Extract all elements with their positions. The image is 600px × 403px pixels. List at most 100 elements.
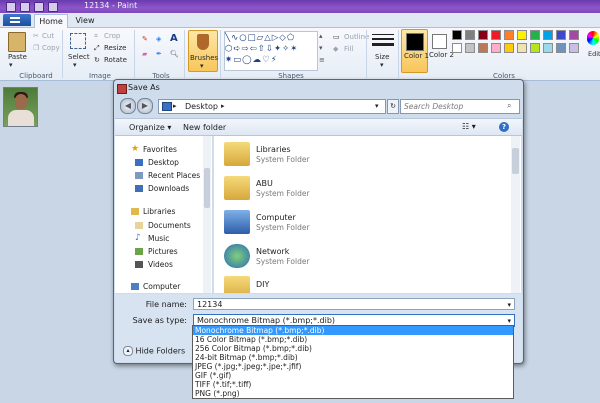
file-name-dropdown-icon[interactable]: ▾ [507, 299, 511, 311]
change-view-button[interactable]: ☷ ▾ [462, 122, 476, 131]
file-name[interactable]: Network [256, 247, 289, 256]
hide-folders-button[interactable]: ▴ Hide Folders [123, 346, 185, 356]
organize-button[interactable]: Organize ▾ [129, 123, 171, 132]
address-text[interactable]: Desktop [185, 102, 218, 111]
address-dropdown-icon[interactable]: ▾ [375, 102, 379, 110]
folder-icon [224, 276, 250, 293]
color-swatch[interactable] [504, 43, 514, 53]
type-option[interactable]: GIF (*.gif) [193, 371, 513, 380]
color-swatch[interactable] [530, 30, 540, 40]
color2-button[interactable]: Color 2 [429, 33, 454, 71]
size-button[interactable]: Size [375, 53, 389, 61]
nav-documents[interactable]: Documents [148, 221, 191, 230]
paste-button[interactable]: Paste [8, 53, 27, 61]
type-option[interactable]: PNG (*.png) [193, 389, 513, 398]
color-swatch[interactable] [504, 30, 514, 40]
nav-pictures[interactable]: Pictures [148, 247, 178, 256]
color-swatch[interactable] [491, 30, 501, 40]
color-swatch[interactable] [452, 43, 462, 53]
color-swatch[interactable] [517, 30, 527, 40]
eraser-icon[interactable]: ▰ [142, 50, 147, 58]
brushes-button[interactable]: Brushes ▾ [188, 30, 218, 72]
cut-button[interactable]: Cut [42, 32, 54, 40]
rotate-button[interactable]: Rotate [104, 56, 127, 64]
color-swatch[interactable] [465, 30, 475, 40]
edit-colors-button[interactable]: Edit colo [588, 50, 600, 58]
computer-icon [224, 210, 250, 234]
color-swatch[interactable] [478, 43, 488, 53]
color-swatch[interactable] [569, 43, 579, 53]
nav-downloads[interactable]: Downloads [148, 184, 189, 193]
color-swatch[interactable] [491, 43, 501, 53]
back-button[interactable]: ◀ [120, 98, 136, 114]
nav-favorites[interactable]: Favorites [143, 145, 177, 154]
nav-videos[interactable]: Videos [148, 260, 173, 269]
color-swatch[interactable] [478, 30, 488, 40]
paint-menu-button[interactable] [3, 14, 31, 26]
text-tool-icon[interactable]: A [170, 33, 178, 44]
color-swatch[interactable] [543, 30, 553, 40]
paint-app-icon[interactable] [6, 2, 16, 12]
magnifier-icon[interactable]: 🔍︎ [170, 50, 179, 58]
color-swatch[interactable] [543, 43, 553, 53]
type-option[interactable]: JPEG (*.jpg;*.jpeg;*.jpe;*.jfif) [193, 362, 513, 371]
paste-dropdown-icon[interactable]: ▾ [9, 61, 13, 69]
breadcrumb-separator-icon[interactable]: ▸ [173, 102, 177, 110]
search-input[interactable]: Search Desktop ⌕ [400, 99, 520, 114]
shapes-gallery[interactable]: ╲∿○□▱△▷◇⬠ ⬡➪⇨⇦⇧⇩✦✧✶ ✷▭◯☁♡⚡ [224, 31, 318, 71]
nav-desktop[interactable]: Desktop [148, 158, 179, 167]
tab-home[interactable]: Home [34, 14, 68, 28]
size-dropdown-icon[interactable]: ▾ [380, 61, 384, 69]
file-name-input[interactable]: 12134 ▾ [193, 298, 515, 310]
refresh-button[interactable]: ↻ [387, 99, 399, 114]
canvas-image[interactable] [3, 87, 38, 127]
file-list-scrollbar[interactable] [511, 136, 520, 293]
nav-scroll-thumb[interactable] [204, 168, 210, 208]
edit-colors-icon[interactable] [587, 31, 599, 45]
nav-music[interactable]: Music [148, 234, 169, 243]
select-button[interactable]: Select [68, 53, 90, 61]
new-folder-button[interactable]: New folder [183, 123, 226, 132]
help-icon[interactable]: ? [499, 122, 509, 132]
breadcrumb-chevron-icon[interactable]: ▸ [221, 102, 225, 110]
color-swatch[interactable] [517, 43, 527, 53]
file-scroll-thumb[interactable] [512, 148, 519, 174]
resize-button[interactable]: Resize [104, 44, 126, 52]
type-option[interactable]: 16 Color Bitmap (*.bmp;*.dib) [193, 335, 513, 344]
crop-button[interactable]: Crop [104, 32, 120, 40]
forward-button[interactable]: ▶ [137, 98, 153, 114]
pencil-icon[interactable]: ✎ [142, 35, 148, 43]
color-swatch[interactable] [569, 30, 579, 40]
type-option[interactable]: 24-bit Bitmap (*.bmp;*.dib) [193, 353, 513, 362]
address-bar[interactable]: ▸ Desktop ▸ ▾ [158, 99, 386, 114]
file-name[interactable]: Libraries [256, 145, 291, 154]
nav-libraries[interactable]: Libraries [143, 207, 175, 216]
undo-icon[interactable] [34, 2, 44, 12]
type-option[interactable]: 256 Color Bitmap (*.bmp;*.dib) [193, 344, 513, 353]
fill-button[interactable]: Fill [344, 45, 353, 53]
color-swatch[interactable] [556, 43, 566, 53]
nav-recent-places[interactable]: Recent Places [148, 171, 200, 180]
color-swatch[interactable] [556, 30, 566, 40]
shapes-scroll-down-icon[interactable]: ▾ [319, 44, 323, 52]
file-name[interactable]: DIY [256, 280, 269, 289]
color-swatch[interactable] [452, 30, 462, 40]
fill-bucket-icon[interactable]: ◈ [156, 35, 161, 43]
type-option[interactable]: Monochrome Bitmap (*.bmp;*.dib) [193, 326, 513, 335]
file-name[interactable]: Computer [256, 213, 296, 222]
color-swatch[interactable] [530, 43, 540, 53]
nav-scrollbar[interactable] [203, 136, 211, 293]
shapes-more-icon[interactable]: ≡ [319, 56, 325, 64]
color-swatch[interactable] [465, 43, 475, 53]
type-option[interactable]: TIFF (*.tif;*.tiff) [193, 380, 513, 389]
shapes-scroll-up-icon[interactable]: ▴ [319, 32, 323, 40]
tab-view[interactable]: View [70, 14, 100, 27]
color1-button[interactable]: Color 1 [401, 29, 429, 73]
save-icon[interactable] [20, 2, 30, 12]
file-name[interactable]: ABU [256, 179, 273, 188]
select-dropdown-icon[interactable]: ▾ [73, 61, 77, 69]
color-picker-icon[interactable]: ✒ [156, 50, 162, 58]
nav-computer[interactable]: Computer [143, 282, 180, 291]
copy-button[interactable]: Copy [42, 44, 60, 52]
redo-icon[interactable] [48, 2, 58, 12]
